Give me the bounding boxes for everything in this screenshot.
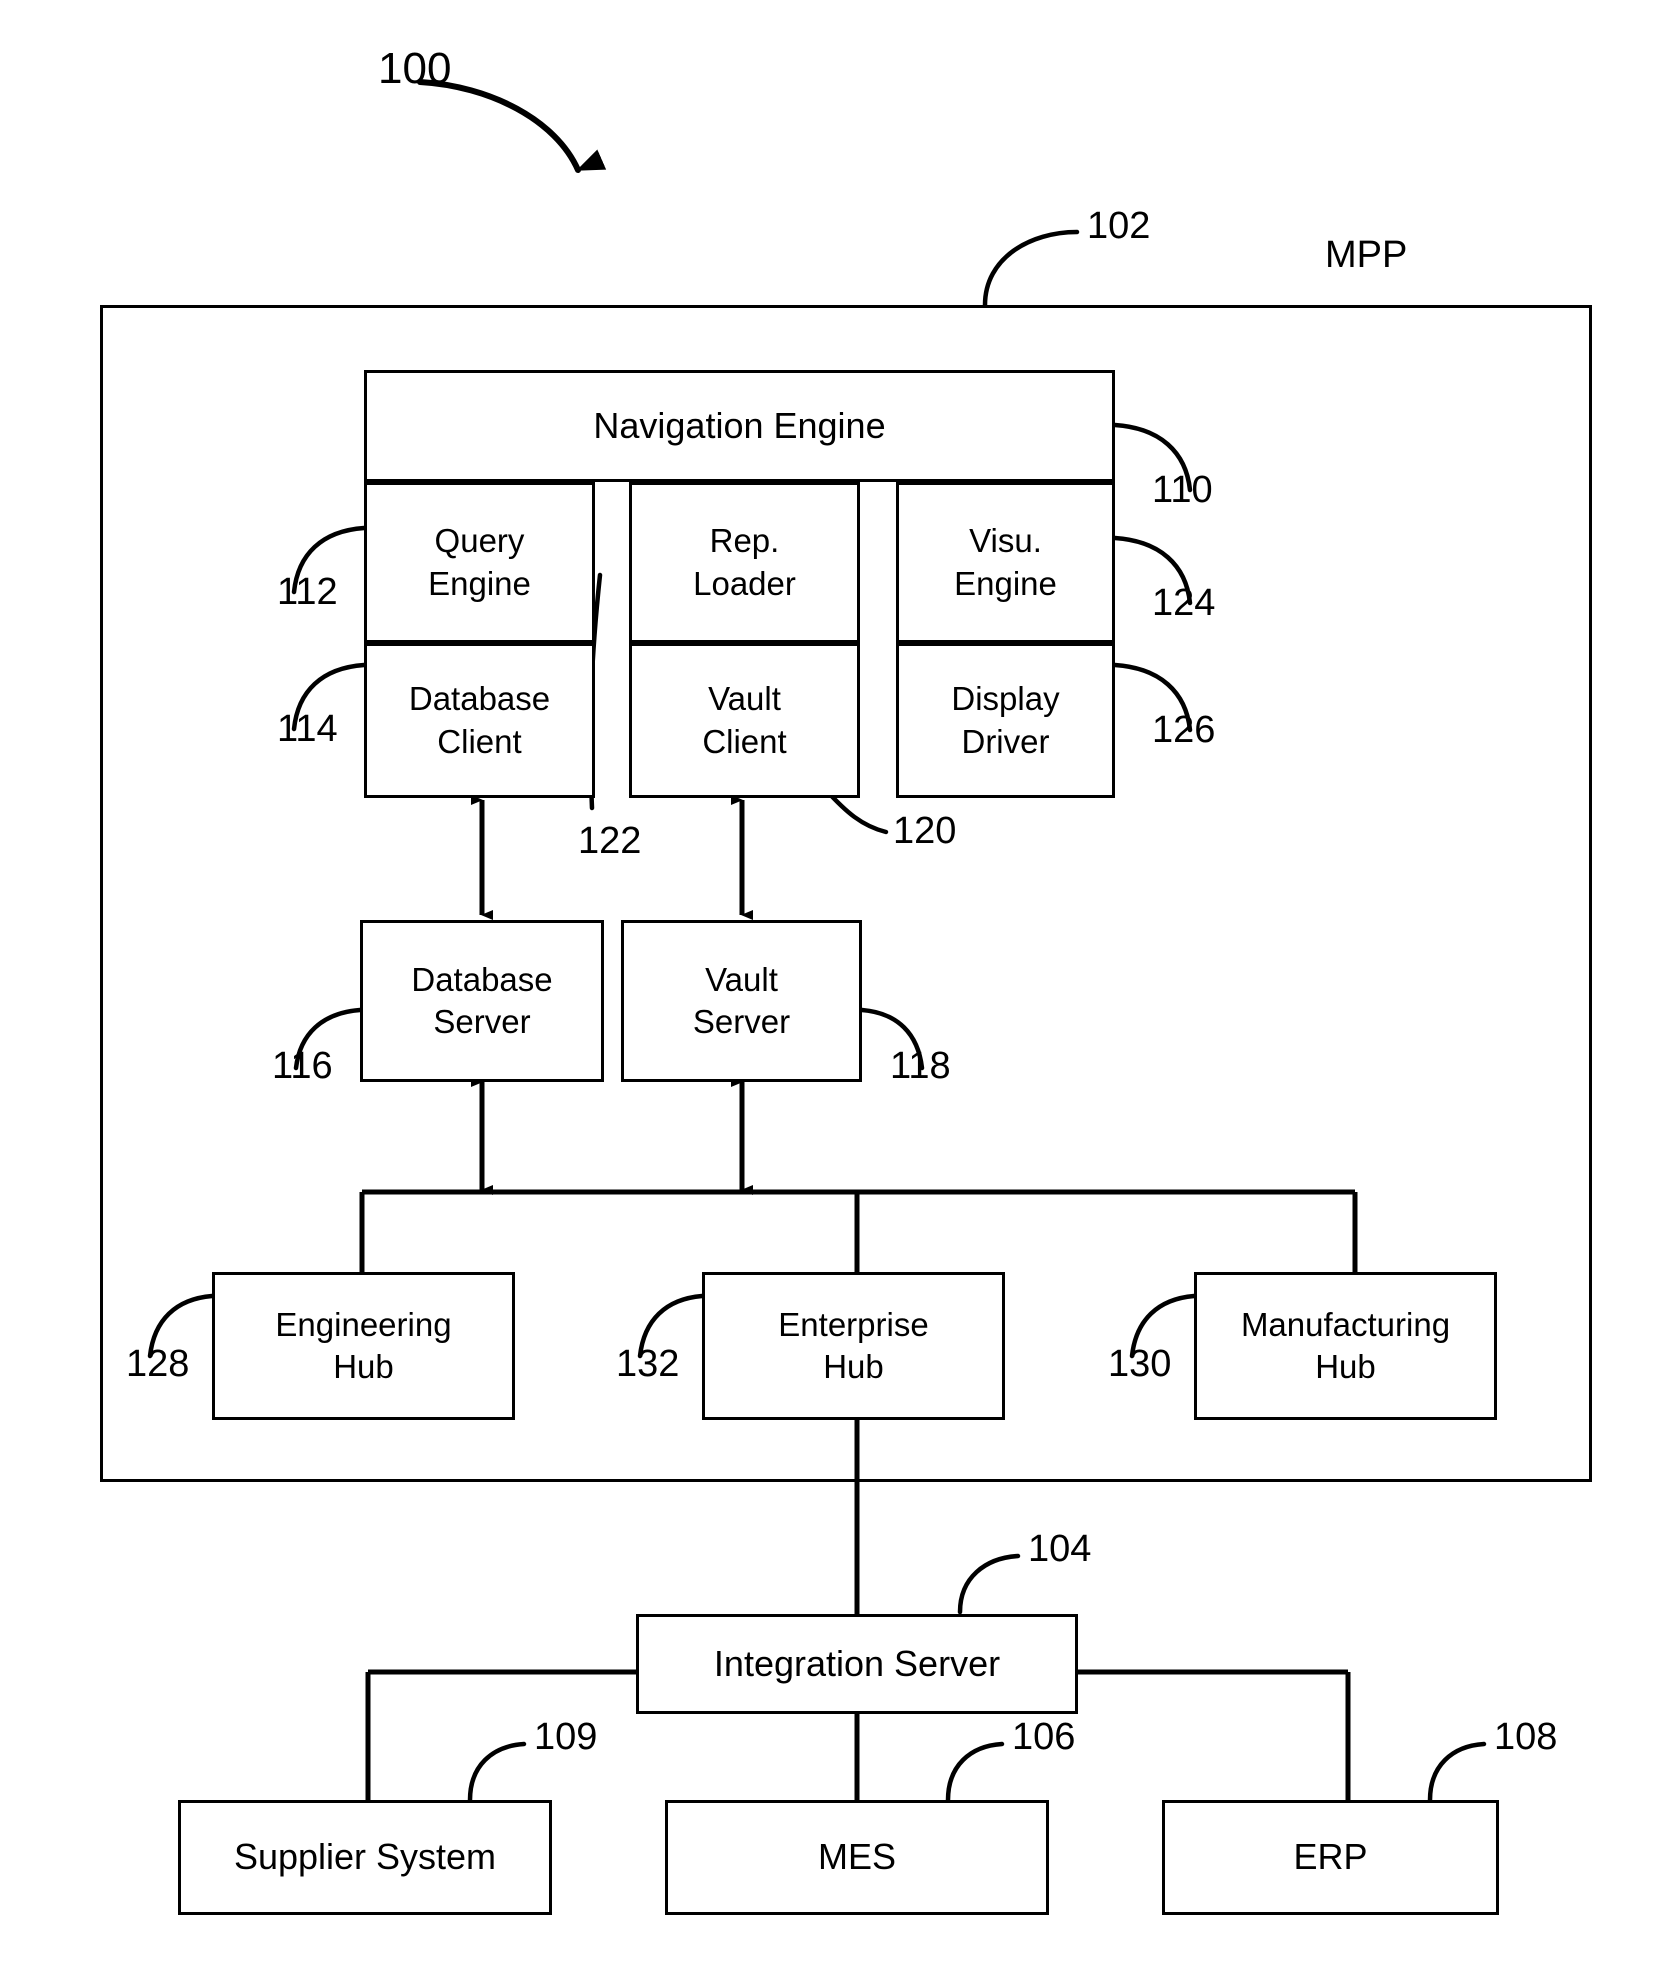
erp-box[interactable]: ERP (1162, 1800, 1499, 1915)
ref-109: 109 (534, 1716, 598, 1758)
ref-104: 104 (1028, 1528, 1092, 1570)
ref-132: 132 (616, 1343, 680, 1385)
leader-106 (945, 1741, 1005, 1803)
ref-114: 114 (277, 708, 338, 750)
ref-106: 106 (1012, 1716, 1076, 1758)
supplier-system-box[interactable]: Supplier System (178, 1800, 552, 1915)
integration-server-box[interactable]: Integration Server (636, 1614, 1078, 1714)
ref-124: 124 (1152, 582, 1216, 624)
enterprise-hub-box[interactable]: Enterprise Hub (702, 1272, 1005, 1420)
ref-120: 120 (893, 810, 957, 852)
ref-116: 116 (272, 1045, 333, 1087)
patent-figure: MPP 100 102 Navigation Engine 110 Query … (0, 0, 1663, 1979)
ref-112: 112 (277, 571, 338, 613)
ref-110: 110 (1152, 469, 1213, 511)
engineering-hub-box[interactable]: Engineering Hub (212, 1272, 515, 1420)
vault-server-box[interactable]: Vault Server (621, 920, 862, 1082)
ref-126: 126 (1152, 709, 1216, 751)
display-driver-box[interactable]: Display Driver (896, 643, 1115, 798)
ref-130: 130 (1108, 1343, 1172, 1385)
ref-122: 122 (578, 820, 642, 862)
ref-108: 108 (1494, 1716, 1558, 1758)
rep-loader-box[interactable]: Rep. Loader (629, 482, 860, 643)
ref-100: 100 (378, 44, 452, 93)
manufacturing-hub-box[interactable]: Manufacturing Hub (1194, 1272, 1497, 1420)
leader-108 (1427, 1741, 1487, 1803)
visu-engine-box[interactable]: Visu. Engine (896, 482, 1115, 643)
leader-109 (467, 1741, 527, 1803)
vault-client-box[interactable]: Vault Client (629, 643, 860, 798)
leader-102 (982, 229, 1080, 308)
ref-118: 118 (890, 1045, 951, 1087)
ref-102: 102 (1087, 205, 1151, 247)
database-server-box[interactable]: Database Server (360, 920, 604, 1082)
mpp-label: MPP (1325, 234, 1408, 276)
navigation-engine-box[interactable]: Navigation Engine (364, 370, 1115, 482)
query-engine-box[interactable]: Query Engine (364, 482, 595, 643)
ref-128: 128 (126, 1343, 190, 1385)
figure-ref-arrow (417, 79, 607, 173)
database-client-box[interactable]: Database Client (364, 643, 595, 798)
leader-104 (957, 1553, 1021, 1615)
mes-box[interactable]: MES (665, 1800, 1049, 1915)
